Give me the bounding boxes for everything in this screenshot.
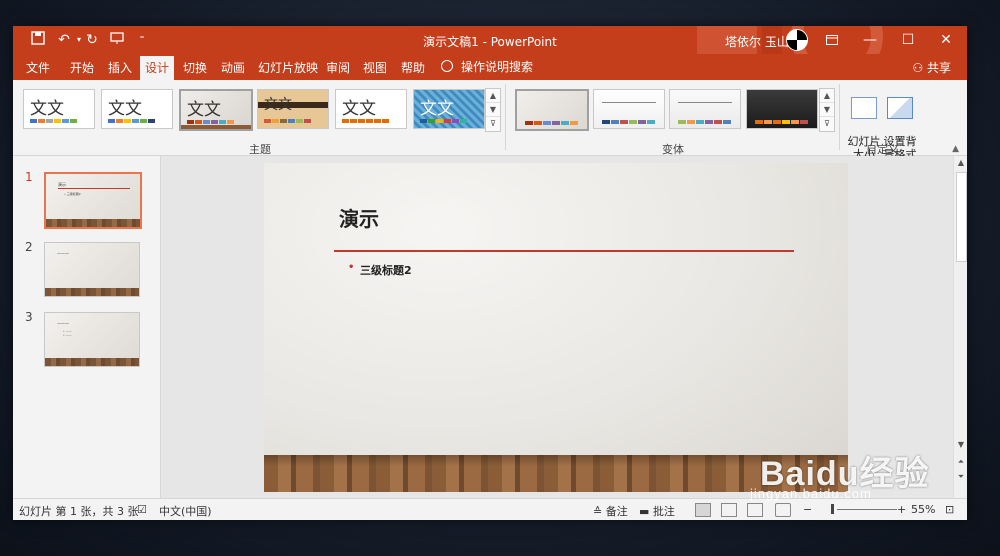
reading-view-icon[interactable] xyxy=(747,503,763,517)
slide-bullet[interactable]: • 三级标题2 xyxy=(348,262,412,278)
user-avatar[interactable] xyxy=(786,29,808,51)
user-name[interactable]: 塔依尔 玉山 xyxy=(725,33,789,50)
slide-size-icon xyxy=(851,97,877,119)
minimize-button[interactable]: — xyxy=(851,26,889,54)
current-slide[interactable]: 演示 • 三级标题2 xyxy=(264,163,848,492)
slide-thumbnail-pane: 1 演示 • 三级标题2 2 ——— 3 ——— • —— • —— xyxy=(13,156,161,498)
title-underline xyxy=(334,250,794,252)
tab-slideshow[interactable]: 幻灯片放映 xyxy=(257,58,319,80)
vertical-scrollbar[interactable]: ▲ ▼ ⏶ ⏷ xyxy=(953,156,967,498)
more-icon[interactable]: ⊽ xyxy=(820,117,834,130)
variant-1-selected[interactable] xyxy=(515,89,589,131)
bullet-text: 三级标题2 xyxy=(360,264,412,277)
theme-retrospect[interactable]: 文文 xyxy=(335,89,407,129)
tab-file[interactable]: 文件 xyxy=(21,58,55,80)
slide-thumbnail-2[interactable]: ——— xyxy=(44,242,140,297)
group-separator xyxy=(839,84,840,150)
slide-counter: 幻灯片 第 1 张，共 3 张 xyxy=(19,505,139,518)
zoom-level[interactable]: 55% xyxy=(911,503,935,516)
tell-me-label: 操作说明搜索 xyxy=(461,60,534,74)
slideshow-view-icon[interactable] xyxy=(775,503,791,517)
spelling-check-icon[interactable]: ☑ xyxy=(137,503,147,516)
theme-wood-type-selected[interactable]: 文文 xyxy=(179,89,253,131)
tab-home[interactable]: 开始 xyxy=(65,58,99,80)
person-icon: ⚇ xyxy=(912,61,924,75)
slide-sorter-view-icon[interactable] xyxy=(721,503,737,517)
theme-ion[interactable]: 文文 xyxy=(257,89,329,129)
fit-slide-icon[interactable]: ⊡ xyxy=(945,503,954,516)
next-slide-icon[interactable]: ⏷ xyxy=(954,470,967,484)
design-ribbon: 文文 文文 文文 文文 文文 文文 ▲ ▼ ⊽ 主题 ▲ ▼ ⊽ 变体 幻灯片 … xyxy=(13,80,967,161)
more-icon[interactable]: ⊽ xyxy=(486,117,500,130)
notes-icon: ≙ xyxy=(593,505,603,518)
collapse-ribbon-icon[interactable]: ▲ xyxy=(952,144,959,154)
themes-gallery-scroll[interactable]: ▲ ▼ ⊽ xyxy=(485,88,501,132)
ribbon-display-options-icon[interactable] xyxy=(813,26,851,54)
variants-group-label: 变体 xyxy=(662,143,684,156)
language-indicator[interactable]: 中文(中国) xyxy=(159,503,212,519)
scroll-down-icon[interactable]: ▼ xyxy=(954,438,967,452)
baidu-watermark: Baidu经验 jingyan.baidu.com xyxy=(750,446,929,501)
theme-sample-text: 文文 xyxy=(108,99,142,119)
tab-animations[interactable]: 动画 xyxy=(216,58,250,80)
theme-sample-text: 文文 xyxy=(30,99,64,119)
tab-view[interactable]: 视图 xyxy=(361,58,389,80)
themes-group-label: 主题 xyxy=(249,143,271,156)
slide-number: 1 xyxy=(25,170,33,184)
theme-office-2[interactable]: 文文 xyxy=(101,89,173,129)
zoom-in-icon[interactable]: + xyxy=(897,503,906,516)
tab-review[interactable]: 审阅 xyxy=(324,58,352,80)
slide-number: 3 xyxy=(25,310,33,324)
theme-sample-text: 文文 xyxy=(342,99,376,119)
bullet-dot-icon: • xyxy=(348,262,355,273)
customize-group-label: 自定义 xyxy=(866,143,899,156)
group-separator xyxy=(505,84,506,150)
maximize-button[interactable]: ☐ xyxy=(889,26,927,54)
scroll-up-icon[interactable]: ▲ xyxy=(820,89,834,103)
variant-2[interactable] xyxy=(593,89,665,129)
theme-sample-text: 文文 xyxy=(420,99,454,119)
share-button[interactable]: ⚇ 共享 xyxy=(912,59,951,76)
theme-sample-text: 文文 xyxy=(187,100,221,120)
variant-4-dark[interactable] xyxy=(746,89,818,129)
tab-design[interactable]: 设计 xyxy=(140,56,174,80)
comment-icon: ▬ xyxy=(639,505,650,518)
status-bar: 幻灯片 第 1 张，共 3 张 ☑ 中文(中国) ≙ 备注 ▬ 批注 − + 5… xyxy=(13,498,967,520)
tab-insert[interactable]: 插入 xyxy=(103,58,137,80)
close-button[interactable]: ✕ xyxy=(927,26,965,54)
comments-button[interactable]: ▬ 批注 xyxy=(639,503,675,519)
theme-sample-text: 文文 xyxy=(264,97,292,113)
scrollbar-thumb[interactable] xyxy=(956,172,967,262)
scroll-up-icon[interactable]: ▲ xyxy=(954,156,967,170)
lightbulb-icon xyxy=(441,60,453,72)
scroll-down-icon[interactable]: ▼ xyxy=(486,103,500,117)
slide-thumbnail-1[interactable]: 演示 • 三级标题2 xyxy=(44,172,142,229)
notes-button[interactable]: ≙ 备注 xyxy=(593,503,628,519)
share-label: 共享 xyxy=(926,61,951,75)
zoom-out-icon[interactable]: − xyxy=(803,503,812,516)
ribbon-tabs: 文件 开始 插入 设计 切换 动画 幻灯片放映 审阅 视图 帮助 操作说明搜索 … xyxy=(13,54,967,80)
variant-3[interactable] xyxy=(669,89,741,129)
theme-office[interactable]: 文文 xyxy=(23,89,95,129)
normal-view-icon[interactable] xyxy=(695,503,711,517)
previous-slide-icon[interactable]: ⏶ xyxy=(954,455,967,469)
slide-number: 2 xyxy=(25,240,33,254)
format-background-icon xyxy=(887,97,913,119)
zoom-slider-knob[interactable] xyxy=(831,504,834,514)
watermark-url: jingyan.baidu.com xyxy=(750,486,872,501)
tell-me-search[interactable]: 操作说明搜索 xyxy=(441,58,533,76)
scroll-down-icon[interactable]: ▼ xyxy=(820,103,834,117)
tab-help[interactable]: 帮助 xyxy=(399,58,427,80)
title-bar: ↶ ▾ ↻ ⁼ 演示文稿1 - PowerPoint 塔依尔 玉山 — ☐ ✕ xyxy=(13,26,967,80)
notes-label: 备注 xyxy=(605,505,628,518)
zoom-slider-track[interactable] xyxy=(837,509,897,510)
variants-gallery-scroll[interactable]: ▲ ▼ ⊽ xyxy=(819,88,835,132)
slide-title[interactable]: 演示 xyxy=(339,203,379,232)
tab-transitions[interactable]: 切换 xyxy=(178,58,212,80)
comments-label: 批注 xyxy=(652,505,675,518)
scroll-up-icon[interactable]: ▲ xyxy=(486,89,500,103)
theme-pattern[interactable]: 文文 xyxy=(413,89,485,129)
slide-thumbnail-3[interactable]: ——— • —— • —— xyxy=(44,312,140,367)
